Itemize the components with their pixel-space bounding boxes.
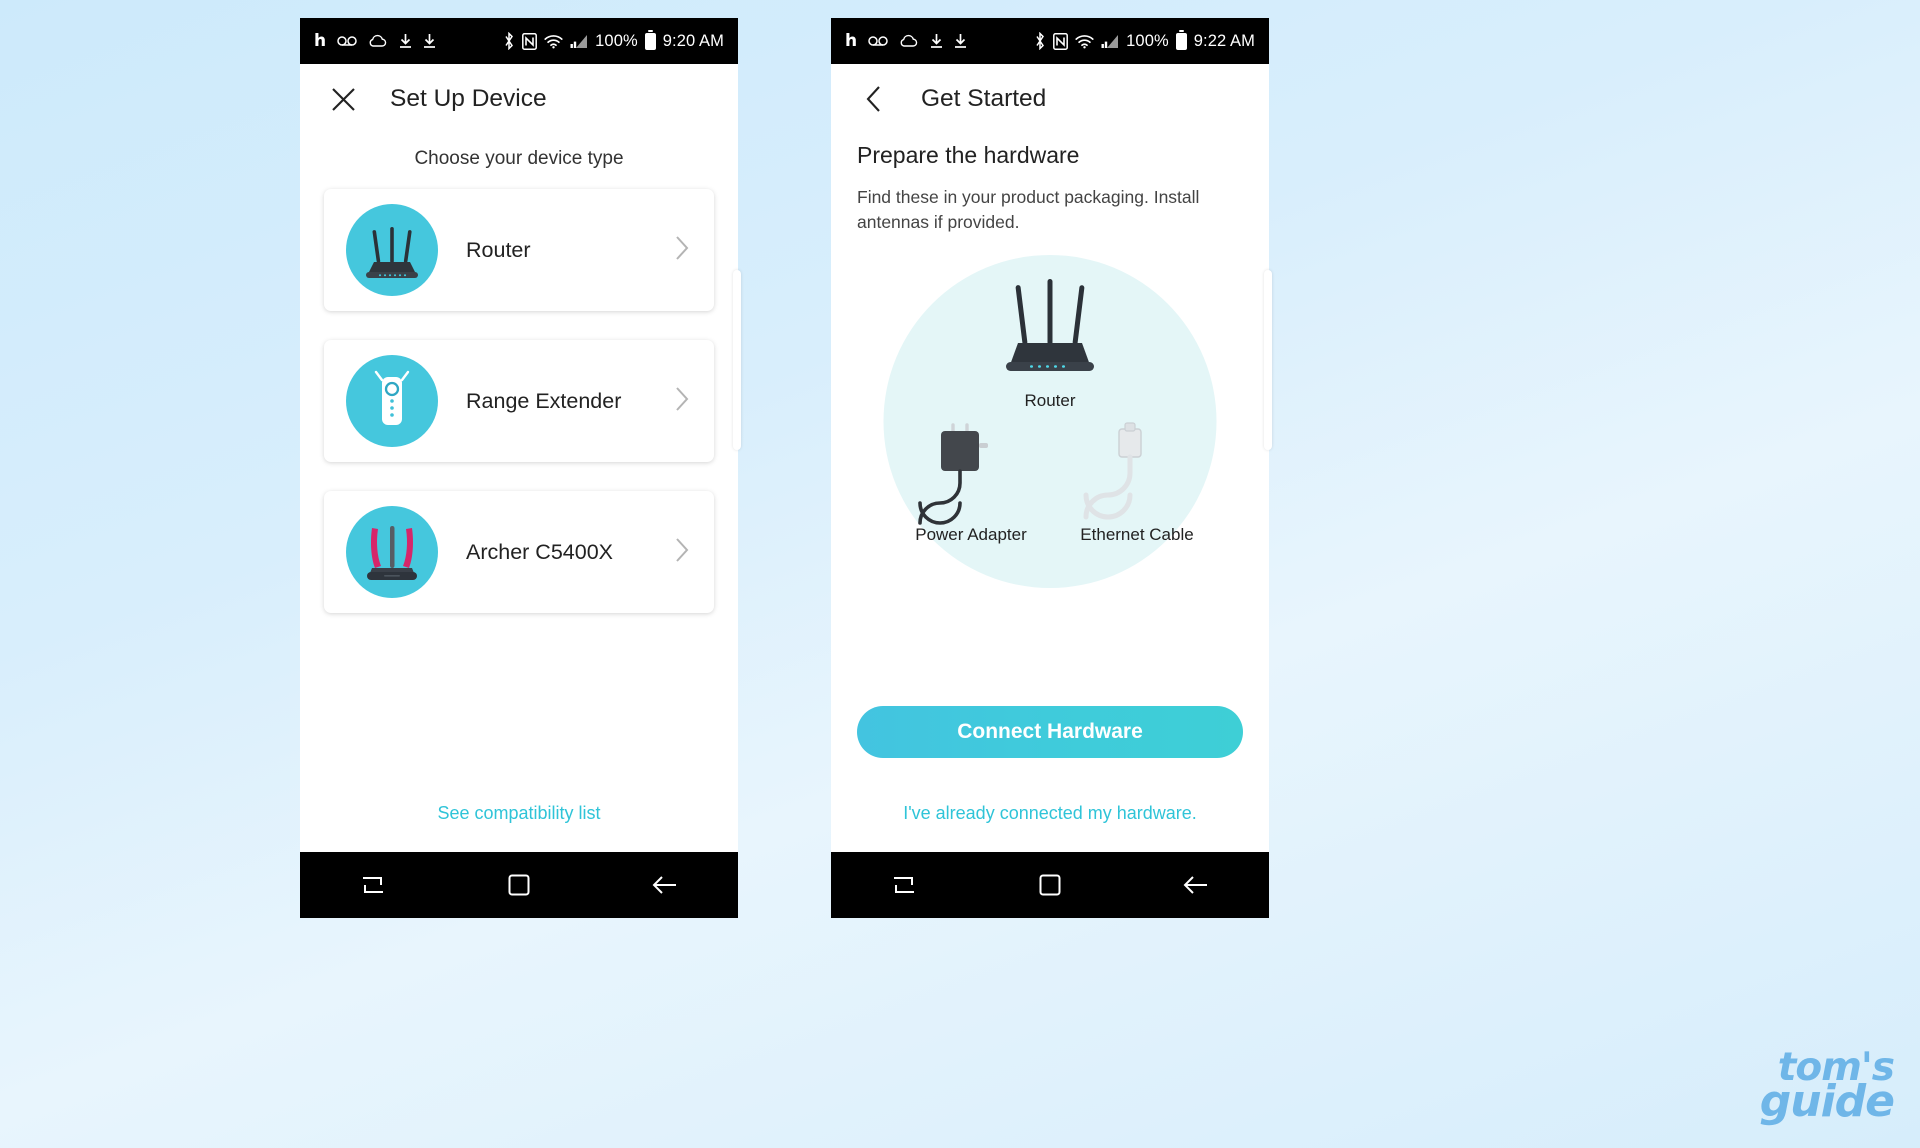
range-extender-icon — [346, 355, 438, 447]
recents-icon[interactable] — [343, 862, 403, 908]
chevron-right-icon — [674, 234, 690, 267]
phone-right: 𝗵 100% 9:22 AM Get Started Prepare the h… — [831, 18, 1269, 918]
phone-left: 𝗵 100% 9:20 AM Set Up Device Choose your… — [300, 18, 738, 918]
android-nav-bar-right — [831, 852, 1269, 918]
nytimes-icon: 𝗵 — [845, 31, 858, 51]
page-title: Get Started — [921, 85, 1047, 112]
close-icon[interactable] — [326, 82, 360, 116]
app-header-right: Get Started — [831, 64, 1269, 134]
hardware-illustration: Router Power Adapter Ethernet Cable — [857, 249, 1243, 599]
clock: 9:22 AM — [1193, 31, 1255, 50]
nfc-icon — [1053, 32, 1069, 50]
voicemail-icon — [337, 35, 357, 47]
home-icon[interactable] — [489, 862, 549, 908]
status-bar-left-icons: 𝗵 — [314, 31, 436, 51]
ethernet-cable-illustration — [1075, 413, 1195, 530]
toms-guide-watermark: tom's guide — [1759, 1048, 1895, 1127]
app-header-left: Set Up Device — [300, 64, 738, 134]
chevron-left-icon[interactable] — [857, 82, 891, 116]
already-connected-link[interactable]: I've already connected my hardware. — [831, 803, 1269, 824]
cellular-signal-icon — [1101, 34, 1119, 49]
cloud-icon — [899, 34, 919, 48]
nfc-icon — [522, 32, 538, 50]
wifi-icon — [544, 34, 563, 49]
hardware-caption: Ethernet Cable — [1080, 524, 1194, 544]
device-option-archer-c5400x[interactable]: Archer C5400X — [324, 491, 714, 613]
device-option-range-extender[interactable]: Range Extender — [324, 340, 714, 462]
chevron-right-icon — [674, 385, 690, 418]
status-bar-left-icons: 𝗵 — [845, 31, 967, 51]
status-bar-left: 𝗵 100% 9:20 AM — [300, 18, 738, 64]
section-heading: Prepare the hardware — [857, 142, 1080, 168]
wifi-icon — [1075, 34, 1094, 49]
archer-c5400x-icon — [346, 506, 438, 598]
bluetooth-icon — [1034, 32, 1046, 50]
choose-device-subtitle: Choose your device type — [414, 148, 624, 169]
status-bar-right-icons: 100% 9:22 AM — [1034, 29, 1255, 51]
router-illustration — [980, 277, 1120, 392]
android-nav-bar-left — [300, 852, 738, 918]
battery-icon — [1175, 29, 1187, 50]
bluetooth-icon — [503, 32, 515, 50]
device-option-router[interactable]: Router — [324, 189, 714, 311]
back-icon[interactable] — [1166, 862, 1226, 908]
back-icon[interactable] — [635, 862, 695, 908]
nytimes-icon: 𝗵 — [314, 31, 327, 51]
voicemail-icon — [868, 35, 888, 47]
phone-side-button-left — [733, 270, 741, 450]
battery-icon — [644, 29, 656, 50]
setup-device-screen: Choose your device type Router Range Ext… — [300, 134, 738, 852]
recents-icon[interactable] — [874, 862, 934, 908]
phone-side-button-right — [1264, 270, 1272, 450]
get-started-screen: Prepare the hardware Find these in your … — [831, 134, 1269, 852]
chevron-right-icon — [674, 536, 690, 569]
power-adapter-illustration — [909, 413, 1029, 530]
battery-percent: 100% — [595, 31, 638, 50]
status-bar-right-icons: 100% 9:20 AM — [503, 29, 724, 51]
see-compatibility-list-link[interactable]: See compatibility list — [300, 803, 738, 824]
section-description: Find these in your product packaging. In… — [857, 187, 1200, 232]
device-option-label: Router — [466, 237, 531, 262]
download-icon — [930, 33, 943, 49]
download-icon — [423, 33, 436, 49]
cloud-icon — [368, 34, 388, 48]
device-option-label: Archer C5400X — [466, 539, 613, 564]
page-title: Set Up Device — [390, 85, 547, 112]
download-icon — [399, 33, 412, 49]
home-icon[interactable] — [1020, 862, 1080, 908]
status-bar-right: 𝗵 100% 9:22 AM — [831, 18, 1269, 64]
download-icon — [954, 33, 967, 49]
battery-percent: 100% — [1126, 31, 1169, 50]
cellular-signal-icon — [570, 34, 588, 49]
router-icon — [346, 204, 438, 296]
clock: 9:20 AM — [662, 31, 724, 50]
hardware-caption: Router — [1024, 390, 1076, 410]
watermark-line-2: guide — [1759, 1075, 1895, 1127]
device-option-label: Range Extender — [466, 388, 622, 413]
connect-hardware-button[interactable]: Connect Hardware — [857, 706, 1243, 758]
hardware-caption: Power Adapter — [915, 524, 1027, 544]
